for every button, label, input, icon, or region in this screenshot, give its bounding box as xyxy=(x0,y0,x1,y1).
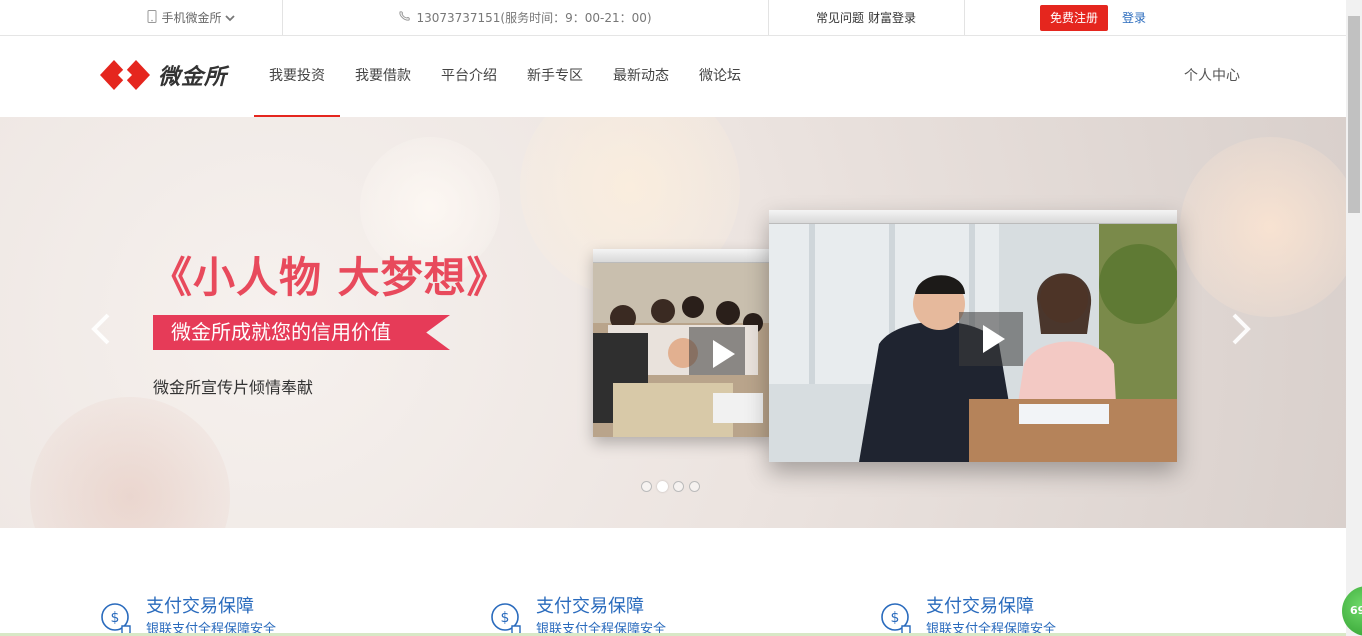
play-button-icon[interactable] xyxy=(689,327,745,375)
feature-title: 支付交易保障 xyxy=(536,596,644,617)
nav-item-news[interactable]: 最新动态 xyxy=(598,36,684,117)
faq-link[interactable]: 常见问题 xyxy=(816,9,864,26)
video-window-meeting xyxy=(769,210,1177,462)
play-button-icon[interactable] xyxy=(959,312,1023,366)
dollar-shield-icon: $ xyxy=(881,603,911,636)
video-window-students xyxy=(593,249,771,437)
service-phone-text: 13073737151(服务时间：9：00-21：00) xyxy=(416,11,652,25)
banner-headline: 《小人物 大梦想》 xyxy=(150,253,510,302)
svg-text:$: $ xyxy=(501,610,510,626)
main-header: 微金所 我要投资 我要借款 平台介绍 新手专区 最新动态 微论坛 个人中心 xyxy=(0,36,1346,117)
nav-item-about[interactable]: 平台介绍 xyxy=(426,36,512,117)
slide-dot-3[interactable] xyxy=(673,481,684,492)
user-center-link[interactable]: 个人中心 xyxy=(1184,36,1240,116)
chevron-down-icon xyxy=(224,11,235,25)
page-scrollbar[interactable] xyxy=(1346,0,1362,636)
browser-chrome xyxy=(593,249,771,263)
nav-item-forum[interactable]: 微论坛 xyxy=(684,36,756,117)
slide-indicators xyxy=(641,481,700,492)
top-bar: 手机微金所 13073737151(服务时间：9：00-21：00) 常见问题 … xyxy=(0,0,1346,36)
slide-dot-4[interactable] xyxy=(689,481,700,492)
mobile-phone-icon xyxy=(147,9,157,26)
mobile-app-link[interactable]: 手机微金所 xyxy=(100,0,282,35)
logo-text: 微金所 xyxy=(158,65,228,90)
nav-item-newbie[interactable]: 新手专区 xyxy=(512,36,598,117)
feature-title: 支付交易保障 xyxy=(926,596,1034,617)
svg-text:$: $ xyxy=(111,610,120,626)
floating-badge[interactable]: 69 xyxy=(1342,586,1362,636)
prev-slide-arrow-icon[interactable] xyxy=(86,309,116,349)
slide-dot-1[interactable] xyxy=(641,481,652,492)
topbar-divider xyxy=(964,0,965,35)
banner-subtitle: 微金所宣传片倾情奉献 xyxy=(153,378,314,397)
main-nav: 我要投资 我要借款 平台介绍 新手专区 最新动态 微论坛 xyxy=(254,36,756,117)
dollar-shield-icon: $ xyxy=(491,603,521,636)
feature-payment-3: $ 支付交易保障 银联支付全程保障安全 xyxy=(880,594,1056,636)
next-slide-arrow-icon[interactable] xyxy=(1226,309,1256,349)
wealth-login-link[interactable]: 财富登录 xyxy=(868,9,916,26)
dollar-shield-icon: $ xyxy=(101,603,131,636)
browser-chrome xyxy=(769,210,1177,224)
register-button[interactable]: 免费注册 xyxy=(1040,4,1109,31)
feature-title: 支付交易保障 xyxy=(146,596,254,617)
nav-item-invest[interactable]: 我要投资 xyxy=(254,36,340,117)
site-logo[interactable]: 微金所 xyxy=(100,58,227,92)
svg-text:$: $ xyxy=(891,610,900,626)
auth-links: 免费注册 登录 xyxy=(1040,0,1180,35)
topbar-links: 常见问题 财富登录 xyxy=(768,0,964,35)
slide-dot-2[interactable] xyxy=(657,481,668,492)
logo-mark-icon xyxy=(100,60,150,90)
scrollbar-thumb[interactable] xyxy=(1348,16,1360,213)
mobile-app-label: 手机微金所 xyxy=(161,11,222,25)
feature-payment-1: $ 支付交易保障 银联支付全程保障安全 xyxy=(100,594,276,636)
bokeh-decoration xyxy=(30,397,230,528)
service-phone: 13073737151(服务时间：9：00-21：00) xyxy=(282,0,768,35)
telephone-icon xyxy=(398,10,412,25)
bokeh-decoration xyxy=(1180,137,1346,317)
nav-item-borrow[interactable]: 我要借款 xyxy=(340,36,426,117)
hero-banner: 《小人物 大梦想》 微金所成就您的信用价值 微金所宣传片倾情奉献 xyxy=(0,117,1346,528)
login-link[interactable]: 登录 xyxy=(1122,9,1146,26)
feature-payment-2: $ 支付交易保障 银联支付全程保障安全 xyxy=(490,594,666,636)
banner-ribbon: 微金所成就您的信用价值 xyxy=(153,315,450,350)
